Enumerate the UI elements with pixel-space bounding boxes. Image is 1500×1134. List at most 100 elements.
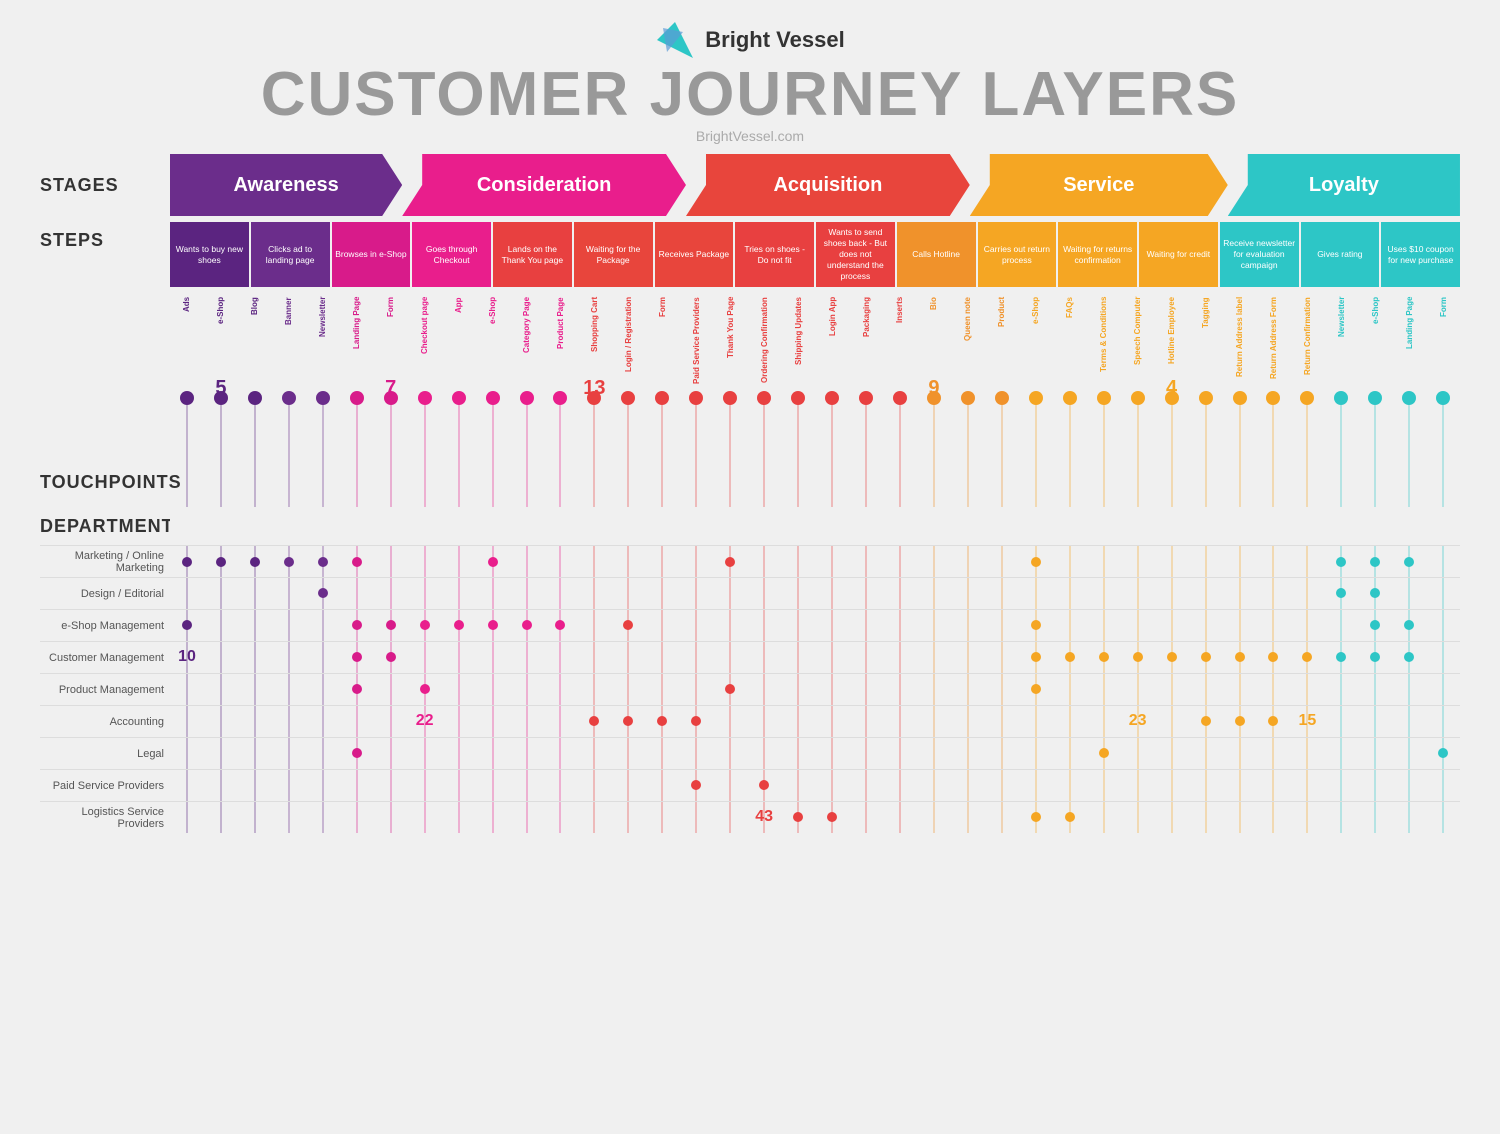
dept-cell <box>883 609 917 641</box>
tp-column-label: Paid Service Providers <box>692 297 701 387</box>
tp-column-label: Checkout page <box>420 297 429 387</box>
dept-dot <box>1370 588 1380 598</box>
tp-column: Login App <box>815 297 849 833</box>
dept-cell <box>713 673 747 705</box>
dept-cell <box>883 673 917 705</box>
dept-row-label: Customer Management <box>40 641 170 673</box>
dept-cell <box>476 769 510 801</box>
tp-column-label: Bio <box>929 297 938 387</box>
tp-column: Login / Registration <box>611 297 645 833</box>
dept-cell <box>1257 705 1291 737</box>
dept-cell <box>1358 673 1392 705</box>
dept-cell <box>951 737 985 769</box>
dept-cell <box>883 577 917 609</box>
dept-cell <box>985 545 1019 577</box>
dept-cell <box>1053 609 1087 641</box>
dept-cell <box>1019 705 1053 737</box>
dept-dot <box>1031 684 1041 694</box>
dept-cell <box>747 769 781 801</box>
dept-cell <box>1155 769 1189 801</box>
dept-cell <box>917 673 951 705</box>
tp-main-dot <box>316 391 330 405</box>
dept-cell <box>170 577 204 609</box>
dept-dots-container <box>917 545 951 833</box>
dept-dot <box>182 557 192 567</box>
dept-cell <box>306 609 340 641</box>
dept-cell <box>1087 545 1121 577</box>
dept-cell <box>1121 545 1155 577</box>
tp-main-dot <box>1029 391 1043 405</box>
dept-row-label: Legal <box>40 737 170 769</box>
dept-dots-container <box>510 545 544 833</box>
dept-cell <box>951 577 985 609</box>
dept-dots-container <box>340 545 374 833</box>
dept-cell <box>985 705 1019 737</box>
step-box: Clicks ad to landing page <box>251 222 330 287</box>
dept-dots-container <box>883 545 917 833</box>
tp-column: Form7 <box>374 297 408 833</box>
dept-cell <box>1324 545 1358 577</box>
tp-column-label: Speech Computer <box>1133 297 1142 387</box>
tp-main-dot <box>1233 391 1247 405</box>
tp-main-dot <box>587 391 601 405</box>
dept-cell: 23 <box>1121 705 1155 737</box>
step-box: Carries out return process <box>978 222 1057 287</box>
dept-cell <box>1257 641 1291 673</box>
stages-row: STAGESAwarenessConsiderationAcquisitionS… <box>40 154 1460 216</box>
dept-cell <box>679 641 713 673</box>
step-box: Goes through Checkout <box>412 222 491 287</box>
dept-cell <box>679 769 713 801</box>
tp-column-label: Thank You Page <box>726 297 735 387</box>
dept-cell <box>238 673 272 705</box>
dept-cell <box>204 673 238 705</box>
tp-column-label: Product <box>997 297 1006 387</box>
tp-column: FAQs <box>1053 297 1087 833</box>
dept-cell <box>1087 673 1121 705</box>
dept-cell <box>1426 769 1460 801</box>
dept-cell <box>510 801 544 833</box>
dept-count: 22 <box>416 712 434 730</box>
dept-cell: 10 <box>170 641 204 673</box>
dept-dot <box>759 780 769 790</box>
dept-dot <box>386 652 396 662</box>
dept-cell <box>713 801 747 833</box>
dept-cell <box>577 609 611 641</box>
dept-cell <box>306 769 340 801</box>
dept-cell <box>645 769 679 801</box>
dept-dot <box>1167 652 1177 662</box>
dept-cell <box>849 641 883 673</box>
dept-cell <box>1392 609 1426 641</box>
dept-cell <box>747 673 781 705</box>
dept-cell <box>1358 769 1392 801</box>
dept-cell <box>1019 577 1053 609</box>
dept-cell <box>272 545 306 577</box>
tp-column: Form <box>1426 297 1460 833</box>
dept-cell <box>1324 577 1358 609</box>
dept-cell <box>1358 545 1392 577</box>
dept-cell <box>272 769 306 801</box>
dept-row-label: e-Shop Management <box>40 609 170 641</box>
dept-cell <box>611 737 645 769</box>
dept-cell <box>713 769 747 801</box>
dept-cell <box>238 545 272 577</box>
dept-cell <box>306 705 340 737</box>
dept-dots-container <box>543 545 577 833</box>
step-box: Waiting for credit <box>1139 222 1218 287</box>
dept-dot <box>352 620 362 630</box>
tp-column: e-Shop <box>1358 297 1392 833</box>
dept-cell <box>781 609 815 641</box>
dept-cell <box>543 673 577 705</box>
dept-dots-container <box>1223 545 1257 833</box>
dept-cell <box>1426 641 1460 673</box>
dept-cell <box>679 609 713 641</box>
dept-cell <box>374 577 408 609</box>
tp-column: Ordering Confirmation43 <box>747 297 781 833</box>
dept-cell <box>340 609 374 641</box>
dept-cell <box>543 641 577 673</box>
dept-dot <box>1065 652 1075 662</box>
tp-main-dot <box>1300 391 1314 405</box>
dept-dot <box>691 780 701 790</box>
dept-dot <box>454 620 464 630</box>
dept-dot <box>352 684 362 694</box>
dept-dot <box>318 557 328 567</box>
